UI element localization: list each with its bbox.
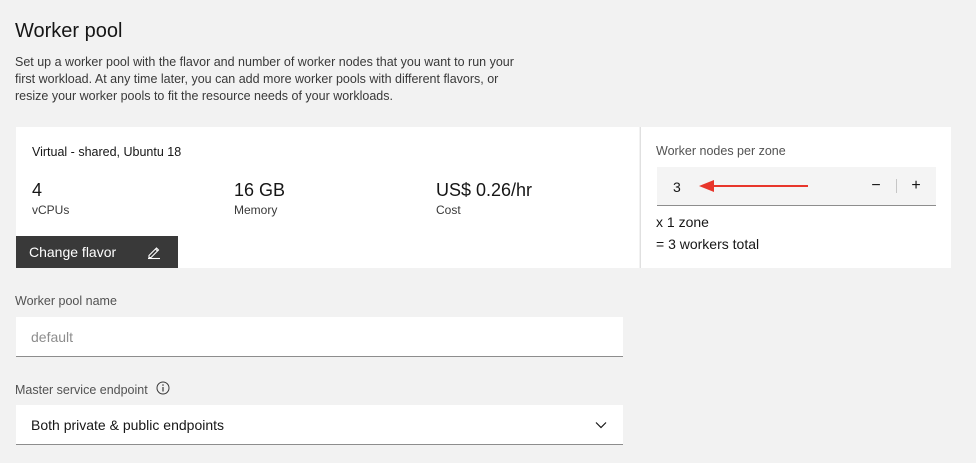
worker-pool-name-input[interactable]	[16, 317, 623, 357]
change-flavor-label: Change flavor	[29, 244, 117, 260]
decrement-button[interactable]: −	[856, 167, 896, 205]
worker-nodes-label: Worker nodes per zone	[656, 144, 786, 158]
metric-value: 16 GB	[234, 180, 286, 200]
metric-memory: 16 GB Memory	[234, 179, 285, 217]
worker-pool-name-label-text: Worker pool name	[15, 294, 117, 308]
section-title: Worker pool	[15, 20, 123, 42]
master-endpoint-label-text: Master service endpoint	[15, 382, 148, 397]
increment-button[interactable]: +	[896, 167, 936, 205]
metric-label: Cost	[436, 203, 461, 217]
metric-vcpus: 4 vCPUs	[32, 179, 69, 217]
stepper-value[interactable]: 3	[673, 179, 681, 195]
metric-value: US$ 0.26/hr	[436, 180, 533, 200]
master-endpoint-select[interactable]: Both private & public endpoints	[16, 405, 623, 445]
metric-label: vCPUs	[32, 203, 70, 217]
edit-icon	[146, 244, 162, 260]
metric-cost: US$ 0.26/hr Cost	[436, 179, 532, 217]
flavor-name: Virtual - shared, Ubuntu 18	[32, 145, 182, 159]
worker-pool-name-label: Worker pool name	[15, 294, 117, 308]
metric-value: 4	[32, 180, 43, 200]
annotation-arrow-icon	[699, 180, 808, 192]
zones-count: x 1 zone	[656, 214, 709, 230]
change-flavor-button[interactable]: Change flavor	[16, 236, 178, 268]
worker-pool-page: Worker pool Set up a worker pool with th…	[0, 0, 976, 463]
info-icon[interactable]	[156, 381, 170, 398]
workers-total: = 3 workers total	[656, 236, 760, 252]
flavor-card: Virtual - shared, Ubuntu 18 4 vCPUs 16 G…	[16, 127, 639, 268]
master-endpoint-selected: Both private & public endpoints	[31, 416, 225, 433]
worker-nodes-card: Worker nodes per zone 3 − + x 1 zone = 3…	[640, 127, 951, 268]
section-description: Set up a worker pool with the flavor and…	[15, 55, 514, 103]
master-endpoint-label: Master service endpoint	[15, 381, 170, 398]
chevron-down-icon	[595, 421, 607, 429]
worker-nodes-stepper[interactable]: 3 − +	[657, 167, 936, 206]
metric-label: Memory	[234, 203, 278, 217]
